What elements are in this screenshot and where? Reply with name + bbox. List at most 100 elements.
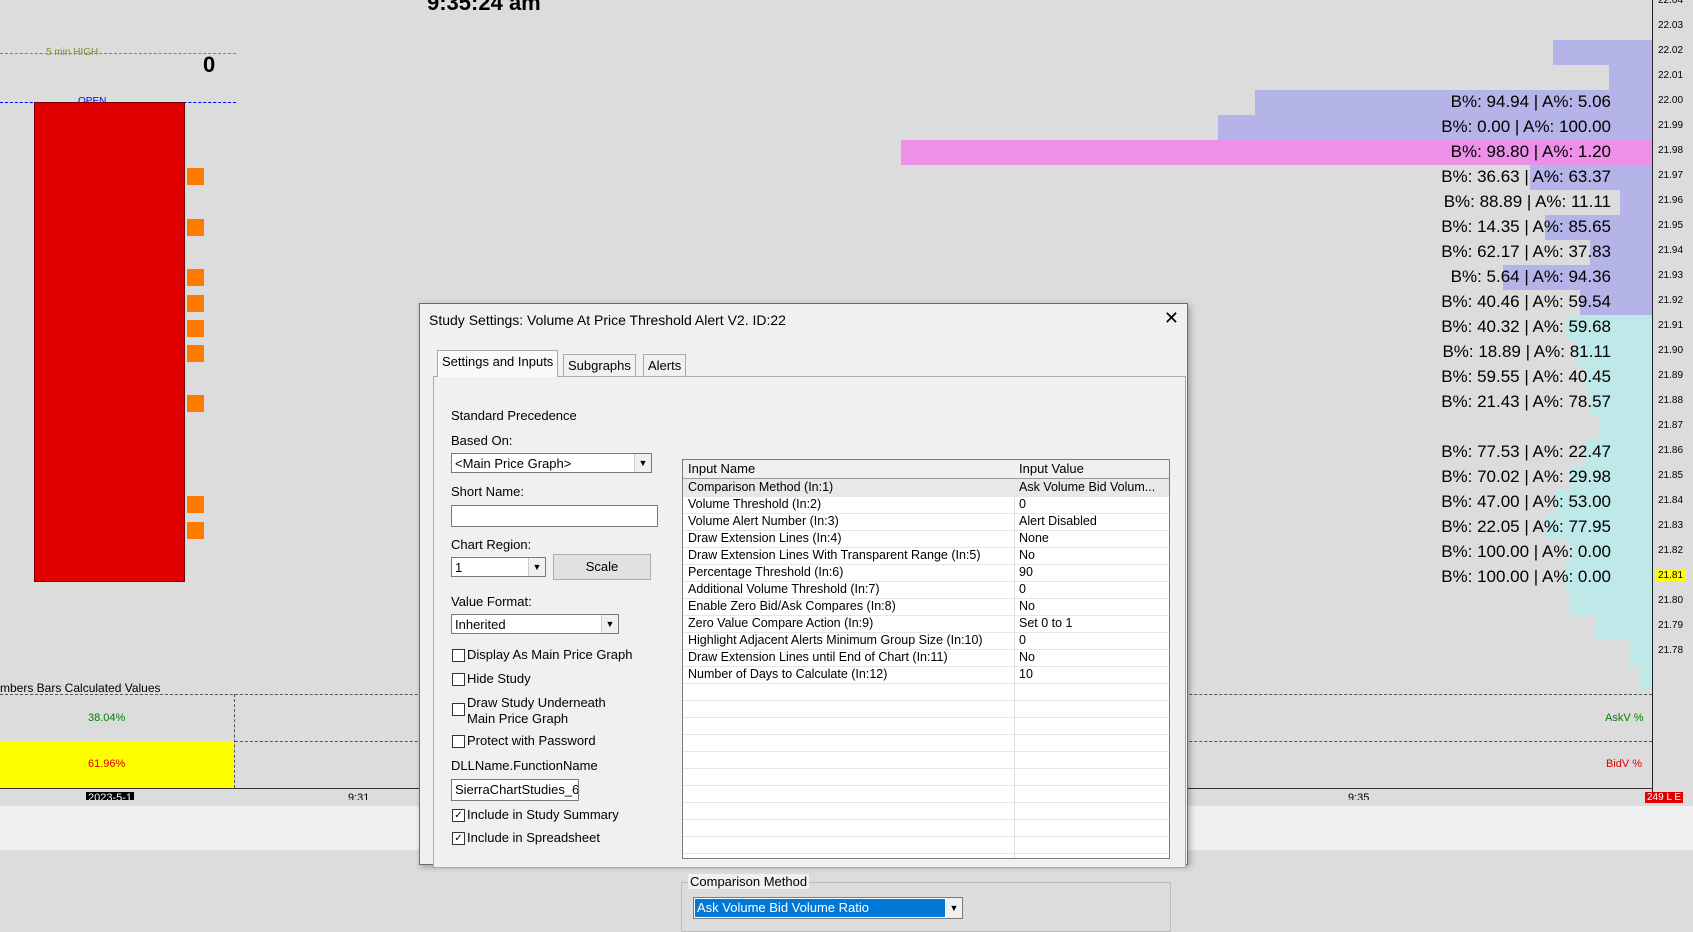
price-tick: 21.80 — [1658, 595, 1684, 606]
grid-row[interactable] — [683, 836, 1169, 854]
include-summary-checkbox[interactable]: ✓ — [452, 809, 465, 822]
price-scale[interactable]: 22.04 22.03 22.02 22.01 22.00 21.99 21.98 21.97… — [1645, 0, 1693, 803]
chart-region-value: 1 — [455, 560, 463, 575]
price-tick: 21.99 — [1658, 120, 1684, 131]
input-value-cell[interactable]: Set 0 to 1 — [1019, 615, 1167, 631]
tab-alerts[interactable]: Alerts — [643, 354, 687, 377]
tab-subgraphs[interactable]: Subgraphs — [563, 354, 636, 377]
grid-row[interactable] — [683, 751, 1169, 769]
input-name-cell: Highlight Adjacent Alerts Minimum Group … — [688, 633, 983, 647]
grid-row[interactable] — [683, 802, 1169, 820]
grid-row[interactable]: Draw Extension Lines until End of Chart … — [683, 649, 1169, 667]
volume-label: B%: 59.55 | A%: 40.45 — [1441, 367, 1611, 386]
grid-row[interactable] — [683, 768, 1169, 786]
tab-settings-and-inputs[interactable]: Settings and Inputs — [437, 350, 559, 377]
grid-row[interactable] — [683, 683, 1169, 701]
grid-row[interactable]: Volume Alert Number (In:3) Alert Disabled — [683, 513, 1169, 531]
value-format-select[interactable]: Inherited ▼ — [451, 614, 619, 634]
volume-label: B%: 100.00 | A%: 0.00 — [1441, 567, 1611, 586]
volume-bar — [1595, 615, 1652, 640]
grid-row[interactable]: Highlight Adjacent Alerts Minimum Group … — [683, 632, 1169, 650]
short-name-label: Short Name: — [451, 484, 524, 499]
volume-label: B%: 88.89 | A%: 11.11 — [1443, 192, 1611, 211]
chart-region-select[interactable]: 1 ▼ — [451, 557, 546, 577]
alert-marker — [187, 168, 204, 185]
input-value-cell[interactable]: Alert Disabled — [1019, 513, 1167, 529]
zero-value: 0 — [203, 52, 216, 77]
input-value-cell[interactable]: No — [1019, 649, 1167, 665]
grid-row[interactable]: Percentage Threshold (In:6) 90 — [683, 564, 1169, 582]
volume-label: B%: 70.02 | A%: 29.98 — [1441, 467, 1611, 486]
display-as-main-checkbox[interactable] — [452, 649, 465, 662]
volume-label: B%: 22.05 | A%: 77.95 — [1441, 517, 1611, 536]
based-on-value: <Main Price Graph> — [455, 456, 572, 471]
protect-password-checkbox[interactable] — [452, 735, 465, 748]
volume-bar — [1570, 590, 1652, 615]
volume-label: B%: 98.80 | A%: 1.20 — [1450, 142, 1611, 161]
chevron-down-icon: ▼ — [601, 615, 618, 633]
volume-bar — [1630, 640, 1652, 665]
input-value-cell[interactable]: 90 — [1019, 564, 1167, 580]
input-value-cell[interactable]: 10 — [1019, 666, 1167, 682]
grid-row[interactable]: Enable Zero Bid/Ask Compares (In:8) No — [683, 598, 1169, 616]
alert-marker — [187, 522, 204, 539]
volume-label: B%: 40.32 | A%: 59.68 — [1441, 317, 1611, 336]
input-name-cell: Volume Alert Number (In:3) — [688, 514, 839, 528]
short-name-input[interactable] — [451, 505, 658, 527]
alert-marker — [187, 395, 204, 412]
input-value-cell[interactable]: Ask Volume Bid Volum... — [1019, 479, 1167, 495]
hide-study-label: Hide Study — [467, 671, 531, 686]
input-value-cell[interactable]: None — [1019, 530, 1167, 546]
price-tick: 21.95 — [1658, 220, 1684, 231]
input-name-cell: Percentage Threshold (In:6) — [688, 565, 844, 579]
grid-row[interactable] — [683, 717, 1169, 735]
display-as-main-label: Display As Main Price Graph — [467, 647, 633, 662]
scale-button[interactable]: Scale — [553, 554, 651, 580]
input-value-cell[interactable]: 0 — [1019, 581, 1167, 597]
price-tick: 21.78 — [1658, 645, 1684, 656]
include-spreadsheet-label: Include in Spreadsheet — [467, 830, 600, 845]
price-tick: 21.85 — [1658, 470, 1684, 481]
date-label: 2023-5-1 — [86, 792, 135, 800]
input-name-cell: Zero Value Compare Action (In:9) — [688, 616, 874, 630]
volume-label: B%: 47.00 | A%: 53.00 — [1441, 492, 1611, 511]
input-value-cell[interactable]: 0 — [1019, 496, 1167, 512]
volume-bar — [1620, 190, 1652, 215]
volume-label: B%: 18.89 | A%: 81.11 — [1442, 342, 1611, 361]
include-spreadsheet-checkbox[interactable]: ✓ — [452, 832, 465, 845]
grid-row[interactable]: Additional Volume Threshold (In:7) 0 — [683, 581, 1169, 599]
close-icon[interactable]: ✕ — [1164, 308, 1179, 329]
comparison-method-value: Ask Volume Bid Volume Ratio — [695, 899, 945, 917]
precedence-label: Standard Precedence — [451, 408, 577, 423]
price-tick: 21.83 — [1658, 520, 1684, 531]
grid-row[interactable] — [683, 785, 1169, 803]
dll-input[interactable]: SierraChartStudies_64 — [451, 779, 579, 801]
grid-row[interactable] — [683, 734, 1169, 752]
grid-row[interactable] — [683, 853, 1169, 858]
alert-marker — [187, 295, 204, 312]
volume-bar — [1600, 415, 1652, 440]
inputs-grid[interactable]: Input Name Input Value Comparison Method… — [682, 459, 1170, 859]
input-value-cell[interactable]: 0 — [1019, 632, 1167, 648]
hide-study-checkbox[interactable] — [452, 673, 465, 686]
chevron-down-icon: ▼ — [946, 898, 962, 918]
input-name-cell: Volume Threshold (In:2) — [688, 497, 822, 511]
grid-row[interactable] — [683, 700, 1169, 718]
input-value-cell[interactable]: No — [1019, 598, 1167, 614]
input-value-cell[interactable]: No — [1019, 547, 1167, 563]
based-on-select[interactable]: <Main Price Graph> ▼ — [451, 453, 652, 473]
grid-row[interactable]: Zero Value Compare Action (In:9) Set 0 to… — [683, 615, 1169, 633]
volume-bar — [1609, 65, 1652, 90]
grid-row[interactable]: Volume Threshold (In:2) 0 — [683, 496, 1169, 514]
grid-row[interactable]: Draw Extension Lines With Transparent Ra… — [683, 547, 1169, 565]
dialog-title: Study Settings: Volume At Price Threshol… — [429, 312, 786, 328]
grid-row[interactable] — [683, 819, 1169, 837]
comparison-method-select[interactable]: Ask Volume Bid Volume Ratio ▼ — [693, 897, 963, 919]
grid-row[interactable]: Comparison Method (In:1) Ask Volume Bid V… — [683, 479, 1169, 497]
corner-badge: 249 L E — [1645, 792, 1684, 803]
draw-underneath-checkbox[interactable] — [452, 703, 465, 716]
grid-row[interactable]: Draw Extension Lines (In:4) None — [683, 530, 1169, 548]
grid-row[interactable]: Number of Days to Calculate (In:12) 10 — [683, 666, 1169, 684]
price-tick: 21.89 — [1658, 370, 1684, 381]
chart-region-label: Chart Region: — [451, 537, 532, 552]
